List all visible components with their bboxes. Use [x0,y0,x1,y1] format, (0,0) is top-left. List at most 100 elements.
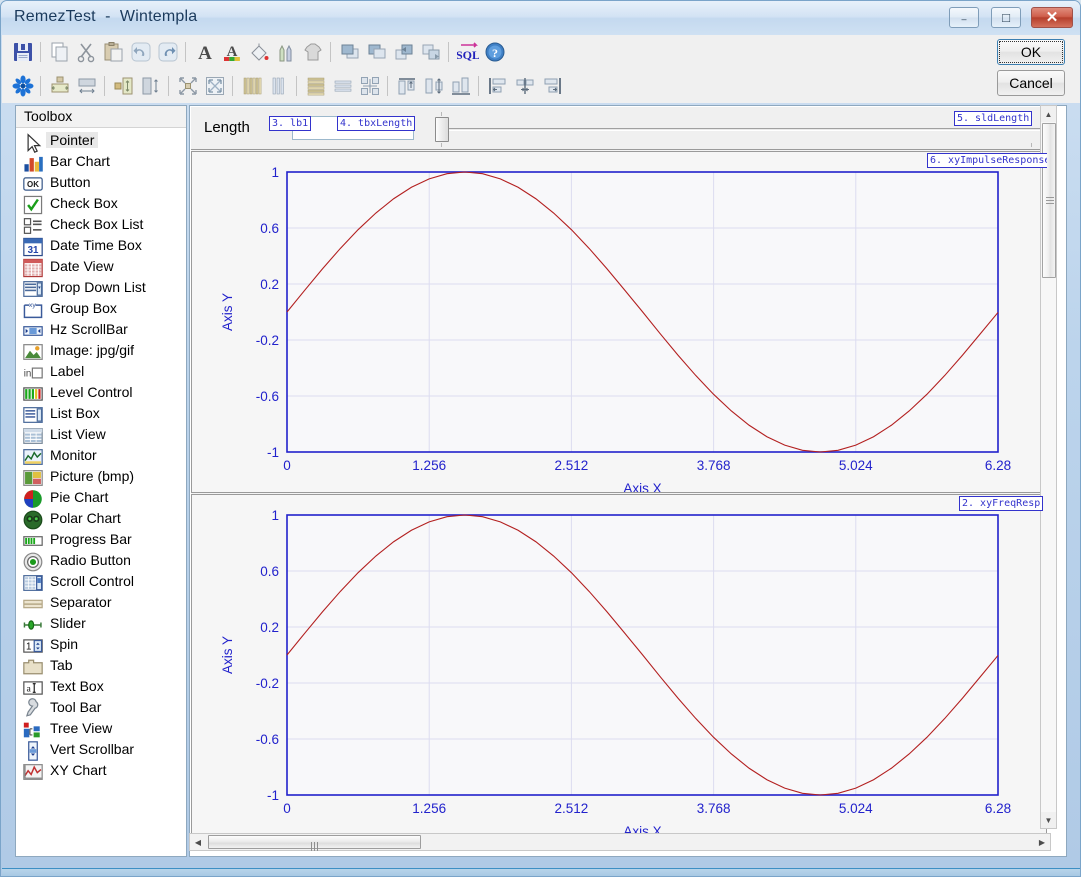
toolbar-button-align-left[interactable] [485,73,511,99]
xy-chart-impulse-response[interactable]: 0 1.256 2.512 3.768 5.024 6.28 -1 -0.6 -0.2 0.2 0.… [191,151,1047,493]
toolbar-button-spacing[interactable] [357,73,383,99]
toolbox-item-text-box[interactable]: a Text Box [16,675,186,696]
toolbar-button-font-bold[interactable]: A [192,39,218,65]
maximize-button[interactable]: □ [991,7,1021,28]
toolbox-item-tree-view[interactable]: Tree View [16,717,186,738]
toolbar-button-copy[interactable] [47,39,73,65]
toolbox-item-group-box[interactable]: xy Group Box [16,297,186,319]
toolbar-button-undo[interactable] [128,39,154,65]
scroll-up-button[interactable]: ▲ [1041,106,1056,122]
toolbar-button-rows-equal[interactable] [303,73,329,99]
toolbar-button-align-bottom[interactable] [448,73,474,99]
toolbox-list[interactable]: Pointer Bar Chart OK Button Check Box Check B… [16,129,186,857]
toolbox-item-pie-chart[interactable]: Pie Chart [16,486,186,508]
toolbox-item-image-jpg-gif[interactable]: Image: jpg/gif [16,339,186,360]
toolbox-item-label[interactable]: in Label [16,360,186,381]
toolbox-item-polar-chart[interactable]: Polar Chart [16,507,186,530]
cancel-button[interactable]: Cancel [997,70,1065,96]
svg-text:-0.6: -0.6 [256,389,279,404]
svg-text:-0.6: -0.6 [256,732,279,747]
toolbox-item-date-view[interactable]: Date View [16,255,186,278]
toolbox-item-check-box-list[interactable]: Check Box List [16,213,186,234]
toolbar-button-redo[interactable] [155,39,181,65]
toolbar-button-theme-shirt[interactable] [300,39,326,65]
toolbar-button-size-vertical[interactable] [138,73,164,99]
toolbar-button-align-middle[interactable] [421,73,447,99]
ok-button[interactable]: OK [997,39,1065,65]
check-box-icon [22,194,43,215]
toolbox-item-drop-down-list[interactable]: Drop Down List [16,276,186,297]
toolbox-item-separator[interactable]: Separator [16,591,186,612]
tool-bar-icon [22,698,39,717]
scroll-right-button[interactable]: ▶ [1034,834,1050,850]
toolbar-button-align-horizontal-center[interactable] [47,73,73,99]
design-canvas[interactable]: Length 3. lb1 4. tbxLength 5. sldLength [191,107,1047,835]
toolbar-button-save[interactable] [10,39,36,65]
toolbox-item-vert-scrollbar[interactable]: Vert Scrollbar [16,738,186,761]
toolbar-button-columns-equal[interactable] [239,73,265,99]
toolbox-item-slider[interactable]: Slider [16,612,186,633]
toolbar-button-shrink[interactable] [175,73,201,99]
toolbar-button-pencils[interactable] [273,39,299,65]
toolbox-item-tab[interactable]: Tab [16,654,186,675]
save-icon [12,41,34,63]
toolbox-item-date-time-box[interactable]: 31 Date Time Box [16,234,186,257]
toolbox-item-check-box[interactable]: Check Box [16,192,186,215]
toolbox-item-label: XY Chart [50,761,107,778]
toolbar-button-font-color[interactable]: A [219,39,245,65]
toolbar-button-align-right[interactable] [539,73,565,99]
toolbox-item-button[interactable]: OK Button [16,171,186,192]
toolbox-item-xy-chart[interactable]: XY Chart [16,759,186,780]
length-slider[interactable] [423,111,1045,148]
toolbar-button-snowflake-tool[interactable] [10,73,36,99]
toolbar-button-send-to-back[interactable] [364,39,390,65]
xy-chart-freq-resp[interactable]: 0 1.256 2.512 3.768 5.024 6.28 -1 -0.6 -0.2 0.2 0.… [191,494,1047,835]
toolbox-item-label: Date View [50,257,114,274]
minimize-button[interactable]: – [949,7,979,28]
toolbox-item-spin[interactable]: 1 Spin [16,633,186,654]
slider-track[interactable] [445,128,1040,131]
toolbox-item-list-box[interactable]: List Box [16,402,186,423]
toolbar-button-align-left-edges[interactable] [111,73,137,99]
toolbar-button-align-top[interactable] [394,73,420,99]
toolbar-button-send-backward[interactable] [418,39,444,65]
toolbox-item-progress-bar[interactable]: Progress Bar [16,528,186,549]
horizontal-scroll-thumb[interactable] [208,835,421,851]
toolbox-item-list-view[interactable]: List View [16,423,186,444]
toolbar-button-bring-forward[interactable] [391,39,417,65]
send-to-back-icon [366,41,388,63]
scroll-down-button[interactable]: ▼ [1041,812,1056,828]
toolbar-button-rows-narrow[interactable] [330,73,356,99]
toolbar-button-columns-narrow[interactable] [266,73,292,99]
horizontal-scrollbar[interactable]: ◀ ▶ [189,833,1051,851]
toolbar-button-align-center[interactable] [512,73,538,99]
slider-thumb[interactable] [435,117,449,142]
scroll-left-button[interactable]: ◀ [190,834,206,850]
toolbox-item-bar-chart[interactable]: Bar Chart [16,150,186,172]
toolbox-item-picture-bmp[interactable]: Picture (bmp) [16,465,186,486]
toolbar-button-sql[interactable]: SQL [455,39,481,65]
toolbar-button-fill-color[interactable] [246,39,272,65]
vertical-scroll-thumb[interactable] [1042,123,1056,278]
toolbox-item-tool-bar[interactable]: Tool Bar [16,696,186,717]
toolbar-button-expand[interactable] [202,73,228,99]
toolbox-item-level-control[interactable]: Level Control [16,381,186,402]
slider-tick-bottom-end [1031,143,1032,147]
toolbar-button-help[interactable]: ? [482,39,508,65]
toolbox-item-monitor[interactable]: Monitor [16,444,186,465]
toolbox-item-scroll-control[interactable]: Scroll Control [16,570,186,591]
svg-text:0.2: 0.2 [260,620,279,635]
toolbox-item-hz-scrollbar[interactable]: Hz ScrollBar [16,318,186,339]
vertical-scrollbar[interactable]: ▲ ▼ [1040,105,1057,829]
toolbar-separator [296,76,297,96]
toolbox-item-pointer[interactable]: Pointer [16,129,186,153]
toolbar-button-paste[interactable] [101,39,127,65]
list-view-icon [22,425,43,444]
toolbox-item-label: Tool Bar [50,698,102,715]
toolbar-button-bring-to-front[interactable] [337,39,363,65]
close-button[interactable]: ✕ [1031,7,1073,28]
toolbox-item-radio-button[interactable]: Radio Button [16,549,186,572]
design-surface[interactable]: Length 3. lb1 4. tbxLength 5. sldLength [189,105,1067,857]
toolbar-button-cut[interactable] [74,39,100,65]
toolbar-button-size-horizontal[interactable] [74,73,100,99]
